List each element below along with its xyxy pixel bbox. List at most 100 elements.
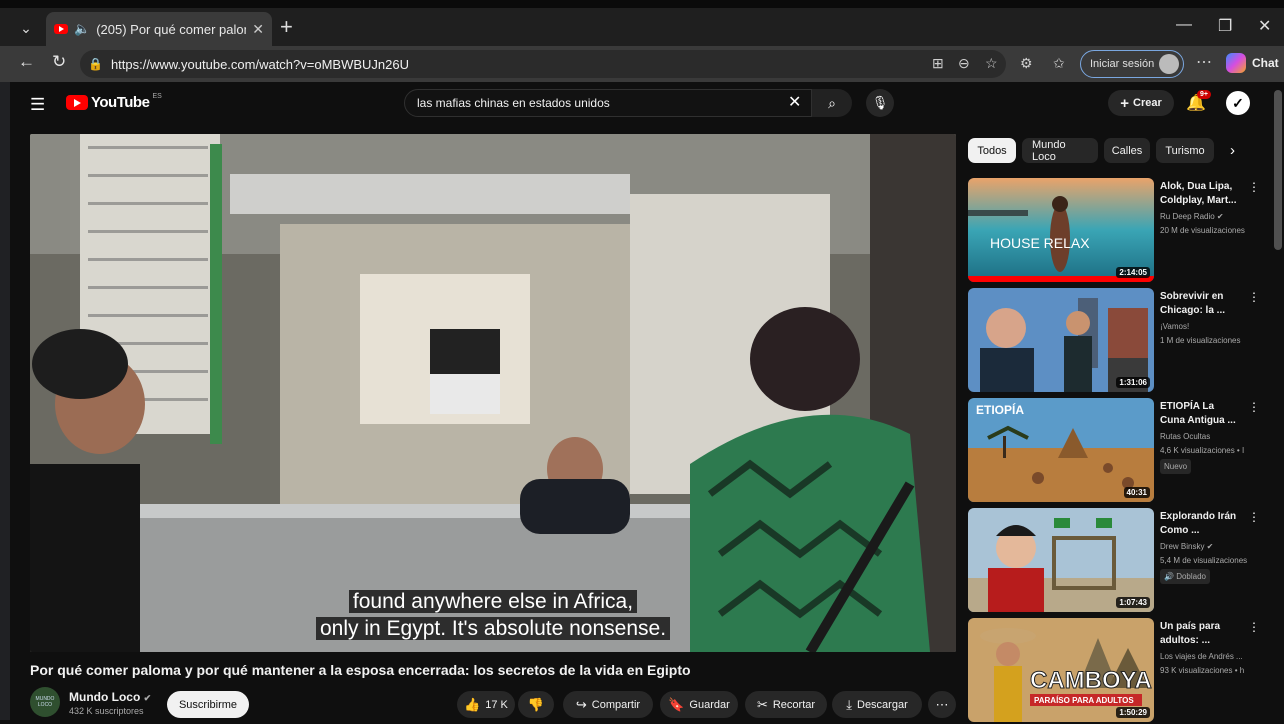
new-tab-button[interactable]: + — [280, 16, 293, 38]
channel-name-row[interactable]: Mundo Loco ✔ — [69, 690, 151, 704]
chip-mundo-loco[interactable]: Mundo Loco — [1022, 138, 1098, 163]
recommendation-item[interactable]: 1:31:06 Sobrevivir en Chicago: la ... ¡V… — [968, 288, 1268, 394]
rec-title[interactable]: Alok, Dua Lipa, Coldplay, Mart... — [1160, 180, 1240, 208]
country-code: ES — [152, 93, 162, 100]
speaker-icon[interactable]: 🔈 — [74, 21, 90, 37]
extensions-icon[interactable]: ⚙ — [1020, 55, 1033, 72]
clip-button[interactable]: ✂ Recortar — [745, 691, 827, 718]
page-scrollbar[interactable] — [1274, 90, 1282, 250]
more-horizontal-icon: ⋯ — [935, 696, 949, 712]
close-window-button[interactable]: ✕ — [1258, 16, 1271, 36]
video-thumbnail[interactable]: ETIOPÍA 40:31 — [968, 398, 1154, 502]
rec-views: 93 K visualizaciones • h — [1160, 666, 1245, 675]
favorites-icon[interactable]: ✩ — [1053, 55, 1065, 72]
channel-avatar[interactable]: MUNDO LOCO — [30, 687, 60, 717]
copilot-chat-button[interactable]: Chat — [1226, 53, 1279, 73]
subscribe-button[interactable]: Suscribirme — [167, 691, 249, 718]
rec-channel: Los viajes de Andrés ... — [1160, 652, 1243, 661]
close-tab-icon[interactable]: ✕ — [252, 21, 264, 38]
rec-views: 4,6 K visualizaciones • I — [1160, 446, 1245, 455]
app-available-icon[interactable]: ⊞ — [932, 55, 944, 72]
channel-name: Mundo Loco — [69, 690, 141, 704]
more-options-icon[interactable]: ⋯ — [1196, 52, 1212, 72]
bookmark-icon: 🔖 — [668, 696, 685, 712]
chevron-right-icon[interactable]: › — [1230, 142, 1235, 159]
thumb-title-text: CAMBOYA — [1030, 667, 1152, 694]
clear-search-icon[interactable]: ✕ — [788, 92, 801, 112]
browser-window: ⌄ 🔈 (205) Por qué comer paloma y ✕ + — ❐… — [0, 0, 1284, 722]
video-thumbnail[interactable]: 1:07:43 — [968, 508, 1154, 612]
youtube-play-icon — [66, 95, 88, 110]
rec-badge-row: 🔊 Doblado — [1160, 569, 1256, 584]
chip-calles[interactable]: Calles — [1104, 138, 1150, 163]
search-input[interactable]: las mafias chinas en estados unidos — [404, 89, 812, 117]
thumbs-down-icon: 👎 — [527, 696, 545, 712]
recommendation-item[interactable]: CAMBOYA PARAÍSO PARA ADULTOS 1:50:29 Un … — [968, 618, 1268, 724]
save-label: Guardar — [689, 698, 730, 711]
rec-title[interactable]: Explorando Irán Como ... — [1160, 510, 1240, 538]
signin-button[interactable]: Iniciar sesión — [1080, 50, 1184, 78]
zoom-icon[interactable]: ⊖ — [958, 55, 970, 72]
chip-turismo[interactable]: Turismo — [1156, 138, 1214, 163]
more-vertical-icon[interactable]: ⋮ — [1248, 510, 1260, 524]
new-badge: Nuevo — [1160, 459, 1192, 474]
browser-tab[interactable]: 🔈 (205) Por qué comer paloma y ✕ — [46, 12, 272, 46]
save-button[interactable]: 🔖 Guardar — [660, 691, 738, 718]
rec-badge-row: Nuevo — [1160, 459, 1256, 474]
caption-line-1: found anywhere else in Africa, — [30, 590, 956, 614]
more-vertical-icon[interactable]: ⋮ — [1248, 290, 1260, 304]
youtube-logo[interactable]: YouTube ES — [66, 93, 162, 111]
dislike-button[interactable]: 👎 — [518, 691, 554, 718]
verified-icon: ✔ — [143, 693, 152, 703]
chip-todos[interactable]: Todos — [968, 138, 1016, 163]
create-label: Crear — [1133, 97, 1162, 109]
address-bar[interactable]: 🔒 https://www.youtube.com/watch?v=oMBWBU… — [80, 50, 1006, 78]
like-count: 17 K — [485, 698, 508, 711]
lock-icon: 🔒 — [88, 57, 103, 71]
recommendation-item[interactable]: HOUSE RELAX 2:14:05 Alok, Dua Lipa, Cold… — [968, 178, 1268, 284]
voice-search-button[interactable]: 🎙 — [866, 89, 894, 117]
create-button[interactable]: + Crear — [1108, 90, 1174, 116]
caption-text-1: found anywhere else in Africa, — [348, 590, 638, 613]
favorite-star-icon[interactable]: ☆ — [985, 55, 998, 72]
thumb-subtitle-text: PARAÍSO PARA ADULTOS — [1034, 696, 1134, 705]
video-thumbnail[interactable]: CAMBOYA PARAÍSO PARA ADULTOS 1:50:29 — [968, 618, 1154, 722]
thumb-text: HOUSE RELAX — [990, 235, 1090, 251]
recommendation-item[interactable]: 1:07:43 Explorando Irán Como ... Drew Bi… — [968, 508, 1268, 614]
rec-channel: Drew Binsky ✔ — [1160, 542, 1214, 551]
video-player[interactable]: found anywhere else in Africa, only in E… — [30, 134, 956, 652]
logo-text: YouTube — [91, 94, 150, 111]
user-avatar[interactable]: ✓ — [1226, 91, 1250, 115]
like-button[interactable]: 👍 17 K — [457, 691, 515, 718]
scissors-icon: ✂ — [756, 696, 768, 712]
thumb-text: ETIOPÍA — [976, 402, 1024, 417]
rec-title[interactable]: Sobrevivir en Chicago: la ... — [1160, 290, 1240, 318]
video-thumbnail[interactable]: 1:31:06 — [968, 288, 1154, 392]
duration-badge: 40:31 — [1123, 487, 1150, 498]
search-icon: ⌕ — [828, 94, 836, 111]
rec-views: 20 M de visualizaciones — [1160, 226, 1245, 235]
duration-badge: 1:07:43 — [1116, 597, 1150, 608]
more-actions-button[interactable]: ⋯ — [928, 691, 956, 718]
url-text: https://www.youtube.com/watch?v=oMBWBUJn… — [110, 56, 409, 72]
minimize-button[interactable]: — — [1176, 16, 1192, 34]
download-button[interactable]: ⤓ Descargar — [832, 691, 922, 718]
rec-title[interactable]: Un país para adultos: ... — [1160, 620, 1240, 648]
video-thumbnail[interactable]: HOUSE RELAX 2:14:05 — [968, 178, 1154, 282]
rec-channel: Rutas Ocultas — [1160, 432, 1211, 441]
more-vertical-icon[interactable]: ⋮ — [1248, 620, 1260, 634]
thumbs-up-icon: 👍 — [464, 696, 481, 712]
tab-list-button[interactable]: ⌄ — [12, 14, 40, 42]
menu-icon[interactable]: ☰ — [30, 95, 45, 115]
more-vertical-icon[interactable]: ⋮ — [1248, 180, 1260, 194]
recommendation-item[interactable]: ETIOPÍA 40:31 ETIOPÍA La Cuna Antigua ..… — [968, 398, 1268, 504]
back-arrow-icon[interactable]: ← — [18, 52, 35, 72]
more-vertical-icon[interactable]: ⋮ — [1248, 400, 1260, 414]
share-button[interactable]: ↪ Compartir — [563, 691, 653, 718]
rec-title[interactable]: ETIOPÍA La Cuna Antigua ... — [1160, 400, 1240, 428]
subscriber-count: 432 K suscriptores — [69, 706, 144, 716]
rec-views: 5,4 M de visualizaciones — [1160, 556, 1248, 565]
refresh-icon[interactable]: ↻ — [52, 52, 66, 72]
maximize-button[interactable]: ❐ — [1218, 16, 1232, 36]
search-button[interactable]: ⌕ — [812, 89, 852, 117]
